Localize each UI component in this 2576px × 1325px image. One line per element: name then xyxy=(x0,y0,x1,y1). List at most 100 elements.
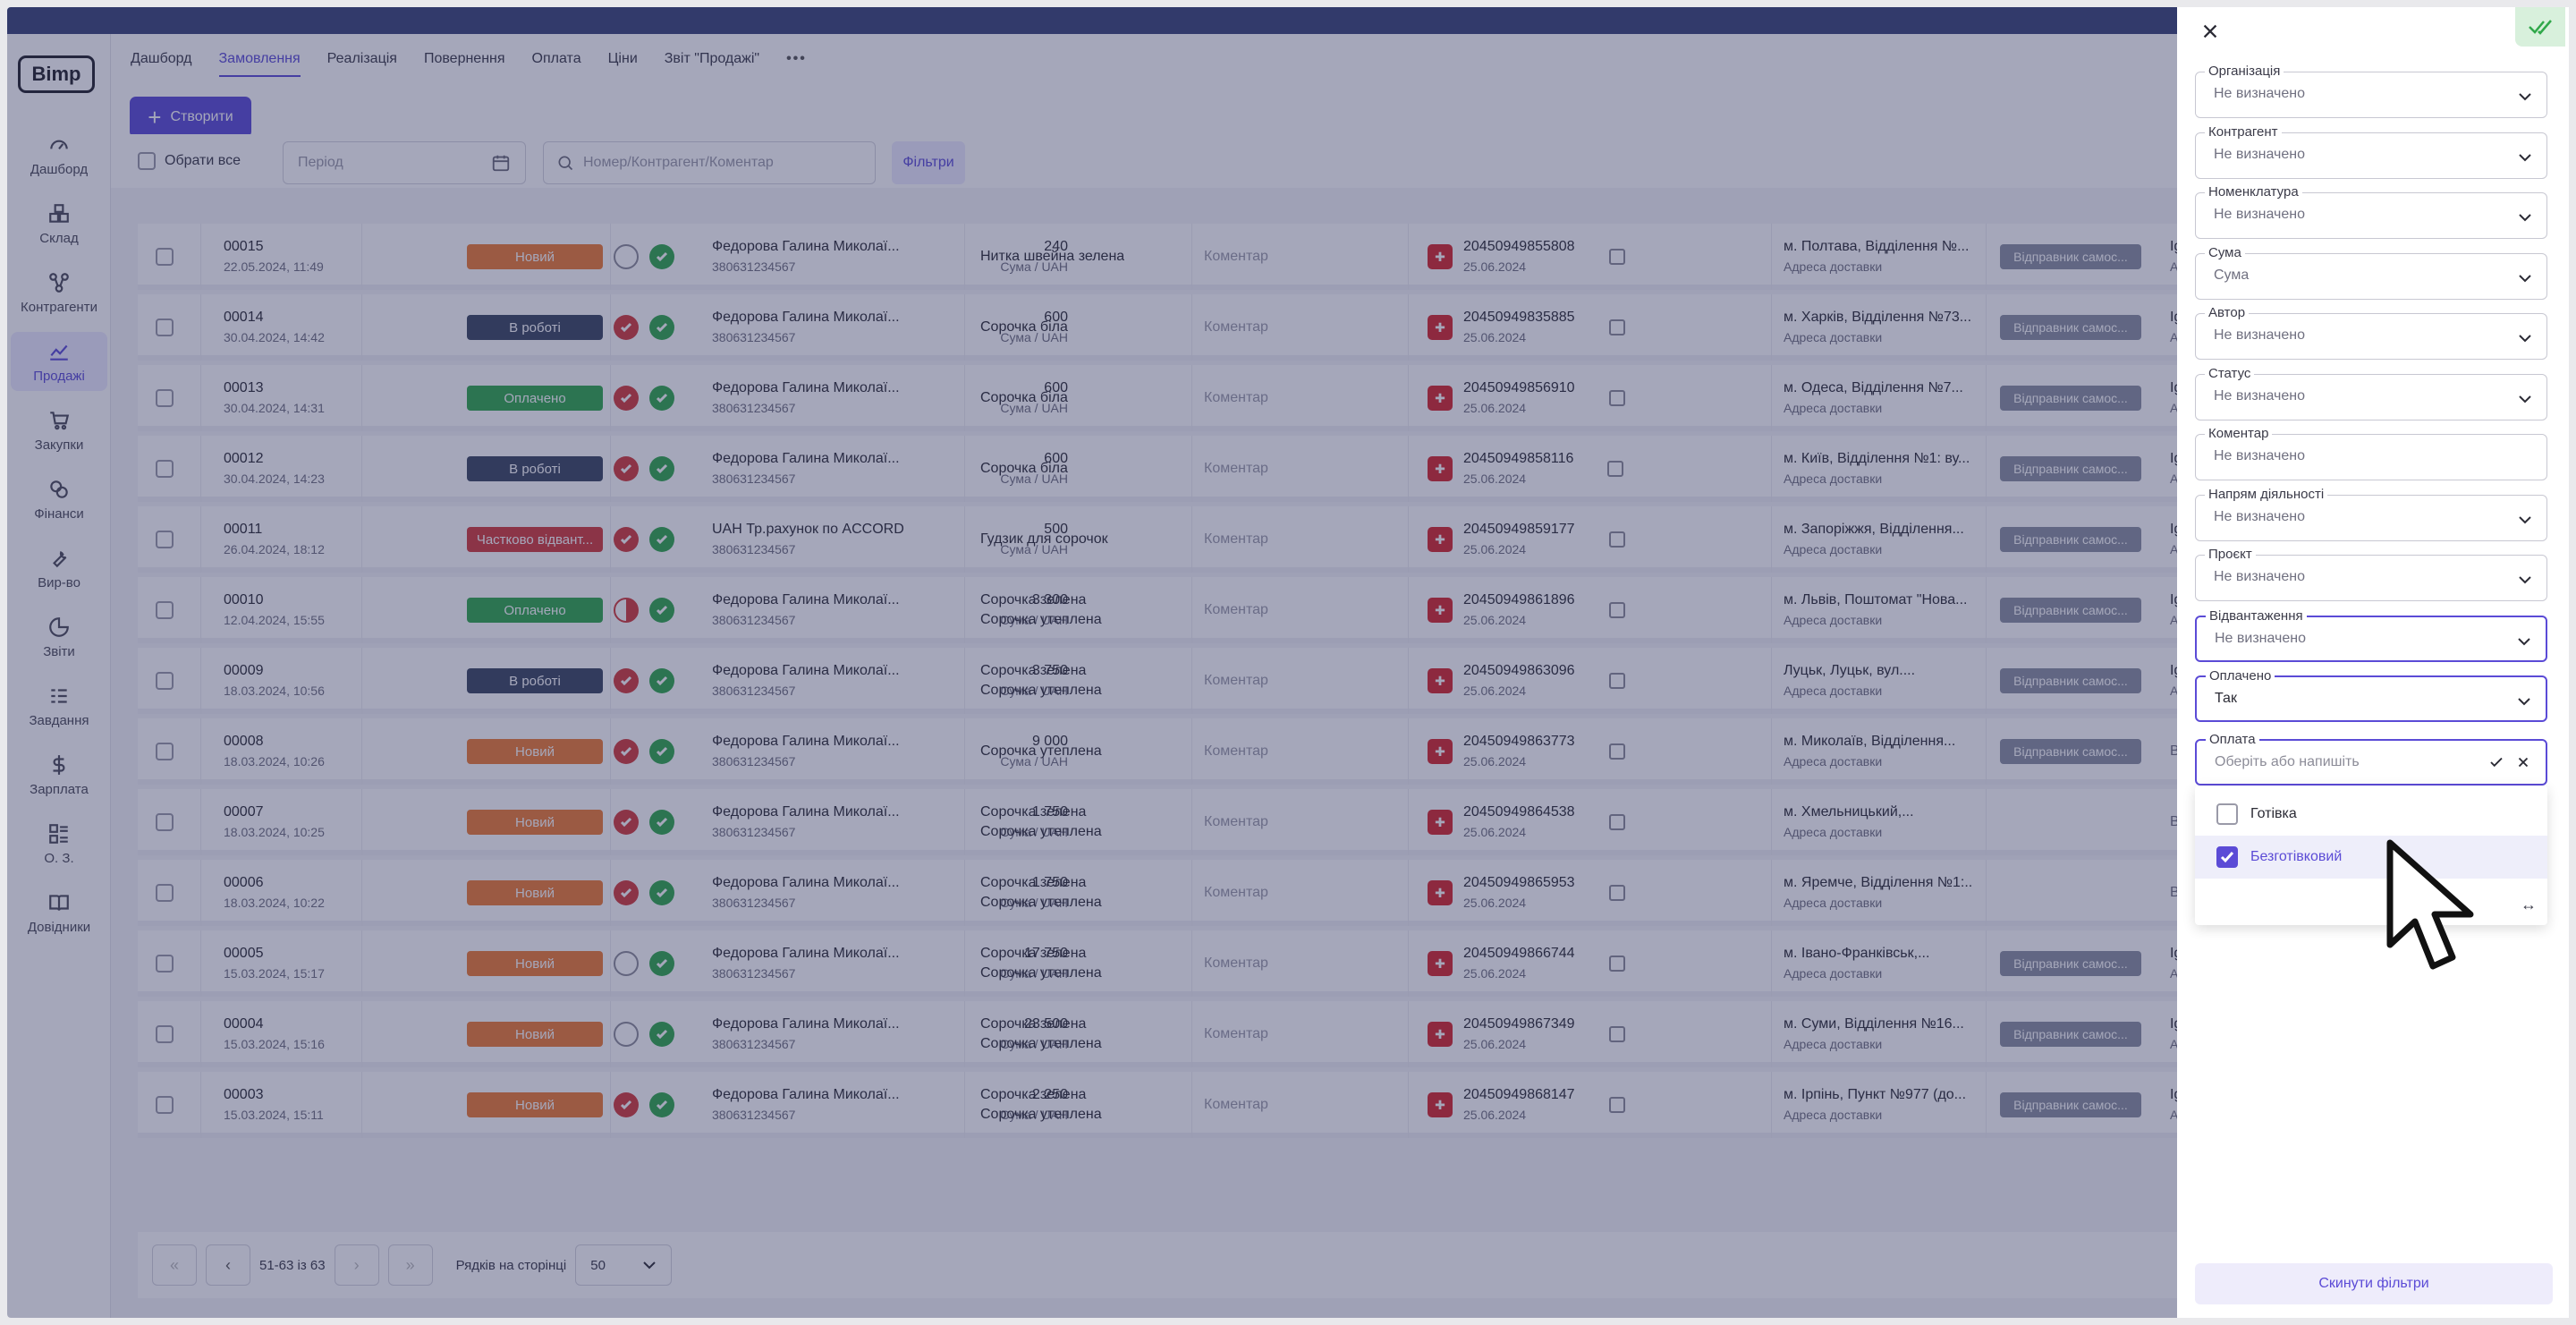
option-cash[interactable]: Готівка xyxy=(2195,793,2547,836)
filters-button[interactable]: Фільтри xyxy=(892,141,965,184)
row-checkbox[interactable] xyxy=(156,672,174,690)
tab-6[interactable]: Ціни xyxy=(608,34,638,84)
sender-badge[interactable]: Відправник самос... xyxy=(2000,739,2141,764)
create-button[interactable]: + Створити xyxy=(130,97,251,138)
sender-badge[interactable]: Відправник самос... xyxy=(2000,315,2141,340)
sidebar-item-8[interactable]: Звіти xyxy=(11,607,107,667)
client-name[interactable]: Федорова Галина Миколаї... xyxy=(712,732,909,752)
status-badge[interactable]: Оплачено xyxy=(467,386,603,411)
order-number[interactable]: 00006 xyxy=(224,873,325,893)
tab-5[interactable]: Оплата xyxy=(532,34,581,84)
chevron-down-icon[interactable] xyxy=(2518,334,2532,343)
sender-badge[interactable]: Відправник самос... xyxy=(2000,456,2141,481)
copy-icon[interactable] xyxy=(1608,1026,1625,1042)
filter-field-2[interactable]: Контрагент Не визначено xyxy=(2195,123,2547,179)
table-row[interactable]: 00008 18.03.2024, 10:26 Новий Федорова Гали… xyxy=(138,718,2274,785)
row-checkbox[interactable] xyxy=(156,743,174,760)
row-checkbox[interactable] xyxy=(156,601,174,619)
copy-icon[interactable] xyxy=(1607,461,1624,477)
row-checkbox[interactable] xyxy=(156,531,174,548)
sender-badge[interactable]: Відправник самос... xyxy=(2000,1092,2141,1117)
option-cashless-checkbox[interactable] xyxy=(2216,846,2238,868)
filter-field-4[interactable]: Сума Сума xyxy=(2195,244,2547,300)
comment-cell[interactable]: Коментар xyxy=(1204,388,1268,408)
client-name[interactable]: Федорова Галина Миколаї... xyxy=(712,308,909,327)
table-row[interactable]: 00004 15.03.2024, 15:16 Новий Федорова Гали… xyxy=(138,1001,2245,1067)
sender-badge[interactable]: Відправник самос... xyxy=(2000,598,2141,623)
filter-field-5[interactable]: Автор Не визначено xyxy=(2195,305,2547,360)
option-cashless[interactable]: Безготівковий xyxy=(2195,836,2547,879)
period-input[interactable]: Період xyxy=(283,141,526,184)
tab-7[interactable]: Звіт "Продажі" xyxy=(665,34,759,84)
chevron-down-icon[interactable] xyxy=(2518,395,2532,403)
tab-1[interactable]: Дашборд xyxy=(131,34,192,84)
sidebar-item-10[interactable]: Зарплата xyxy=(11,745,107,804)
row-checkbox[interactable] xyxy=(156,884,174,902)
ttn-number[interactable]: 20450949856910 xyxy=(1463,378,1575,398)
filter-field-1[interactable]: Організація Не визначено xyxy=(2195,64,2547,118)
filter-field-10[interactable]: Відвантаження Не визначено xyxy=(2195,607,2547,662)
ttn-number[interactable]: 20450949867349 xyxy=(1463,1015,1575,1034)
client-name[interactable]: Федорова Галина Миколаї... xyxy=(712,1015,909,1034)
sidebar-item-11[interactable]: О. З. xyxy=(11,814,107,873)
chevron-down-icon[interactable] xyxy=(2518,92,2532,101)
payment-type-field[interactable]: Оплата Оберіть або напишіть xyxy=(2195,732,2547,786)
table-row[interactable]: 00015 22.05.2024, 11:49 Новий Федорова Гали… xyxy=(138,224,2245,290)
tab-2[interactable]: Замовлення xyxy=(218,34,301,84)
copy-icon[interactable] xyxy=(1608,249,1625,265)
order-number[interactable]: 00011 xyxy=(224,520,325,539)
ttn-number[interactable]: 20450949864538 xyxy=(1463,803,1575,822)
row-checkbox[interactable] xyxy=(156,389,174,407)
copy-icon[interactable] xyxy=(1608,531,1625,548)
row-checkbox[interactable] xyxy=(156,248,174,266)
resize-handle-icon[interactable]: ↔ xyxy=(2521,896,2537,914)
ttn-number[interactable]: 20450949861896 xyxy=(1463,590,1575,610)
tab-4[interactable]: Повернення xyxy=(424,34,505,84)
ttn-number[interactable]: 20450949863096 xyxy=(1463,661,1575,681)
copy-icon[interactable] xyxy=(1608,956,1625,972)
status-badge[interactable]: В роботі xyxy=(467,668,603,693)
table-row[interactable]: 00011 26.04.2024, 18:12 Частково відвант..… xyxy=(138,506,2245,573)
order-number[interactable]: 00008 xyxy=(224,732,325,752)
ttn-number[interactable]: 20450949868147 xyxy=(1463,1085,1575,1105)
client-name[interactable]: UAH Тр.рахунок по ACCORD xyxy=(712,520,909,539)
order-number[interactable]: 00005 xyxy=(224,944,325,964)
calendar-icon[interactable] xyxy=(491,153,511,173)
sender-badge[interactable]: Відправник самос... xyxy=(2000,527,2141,552)
copy-icon[interactable] xyxy=(1608,390,1625,406)
filter-field-8[interactable]: Напрям діяльності Не визначено xyxy=(2195,486,2547,541)
order-number[interactable]: 00004 xyxy=(224,1015,325,1034)
ttn-number[interactable]: 20450949859177 xyxy=(1463,520,1575,539)
ttn-number[interactable]: 20450949866744 xyxy=(1463,944,1575,964)
copy-icon[interactable] xyxy=(1608,673,1625,689)
comment-cell[interactable]: Коментар xyxy=(1204,954,1268,973)
client-name[interactable]: Федорова Галина Миколаї... xyxy=(712,378,909,398)
sender-badge[interactable]: Відправник самос... xyxy=(2000,1022,2141,1047)
select-all-checkbox[interactable] xyxy=(138,152,156,170)
client-name[interactable]: Федорова Галина Миколаї... xyxy=(712,590,909,610)
status-badge[interactable]: Новий xyxy=(467,739,603,764)
comment-cell[interactable]: Коментар xyxy=(1204,459,1268,479)
ttn-number[interactable]: 20450949835885 xyxy=(1463,308,1575,327)
ttn-number[interactable]: 20450949858116 xyxy=(1463,449,1573,469)
order-number[interactable]: 00014 xyxy=(224,308,325,327)
status-badge[interactable]: Новий xyxy=(467,244,603,269)
chevron-down-icon[interactable] xyxy=(2518,274,2532,283)
comment-cell[interactable]: Коментар xyxy=(1204,247,1268,267)
status-badge[interactable]: Оплачено xyxy=(467,598,603,623)
order-number[interactable]: 00015 xyxy=(224,237,324,257)
client-name[interactable]: Федорова Галина Миколаї... xyxy=(712,661,909,681)
chevron-down-icon[interactable] xyxy=(2518,213,2532,222)
table-row[interactable]: 00013 30.04.2024, 14:31 Оплачено Федорова Г… xyxy=(138,365,2245,431)
chevron-down-icon[interactable] xyxy=(2517,697,2531,706)
order-number[interactable]: 00003 xyxy=(224,1085,324,1105)
ttn-number[interactable]: 20450949865953 xyxy=(1463,873,1575,893)
chevron-down-icon[interactable] xyxy=(2518,515,2532,524)
table-row[interactable]: 00012 30.04.2024, 14:23 В роботі Федорова Г… xyxy=(138,436,2245,502)
filter-field-11[interactable]: Оплачено Так xyxy=(2195,668,2547,722)
table-row[interactable]: 00009 18.03.2024, 10:56 В роботі Федорова Г… xyxy=(138,648,2245,714)
sidebar-item-5[interactable]: Закупки xyxy=(11,401,107,460)
sidebar-item-3[interactable]: Контрагенти xyxy=(11,263,107,322)
search-input[interactable]: Номер/Контрагент/Коментар xyxy=(543,141,876,184)
close-drawer-button[interactable] xyxy=(2195,16,2225,47)
